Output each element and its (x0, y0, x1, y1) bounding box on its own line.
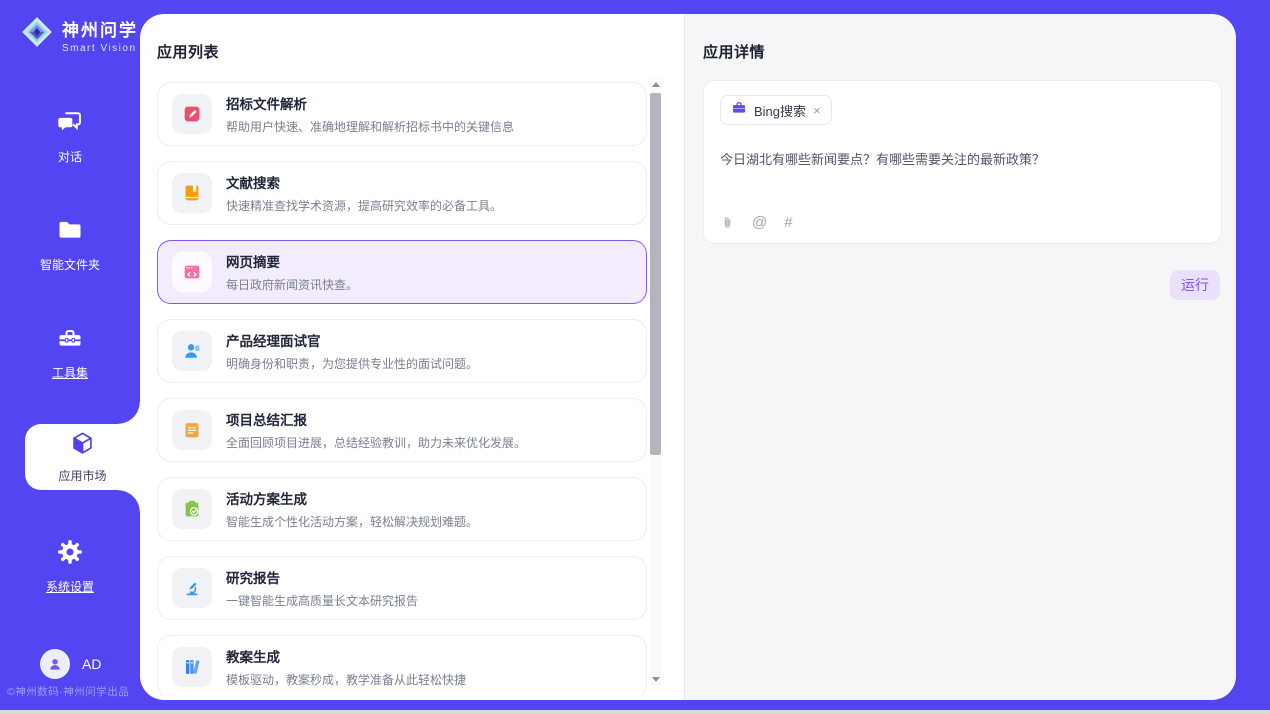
app-card-title: 项目总结汇报 (226, 409, 526, 429)
app-detail-title: 应用详情 (703, 41, 1222, 62)
briefcase-icon (731, 100, 747, 121)
main-content: 应用列表 招标文件解析 帮助用户快速、准确地理解和解析招标书中的关键信息 (140, 14, 1236, 700)
app-card-project-summary[interactable]: 项目总结汇报 全面回顾项目进展，总结经验教训，助力未来优化发展。 (157, 398, 647, 462)
sidebar-item-label: 工具集 (52, 364, 88, 381)
logo-title: 神州问学 (62, 16, 138, 41)
sidebar-item-settings[interactable]: 系统设置 (0, 538, 140, 595)
book-icon (172, 173, 212, 213)
sidebar-item-chat[interactable]: 对话 (0, 108, 140, 165)
document-edit-icon (172, 94, 212, 134)
scrollbar-thumb[interactable] (650, 93, 661, 455)
sidebar-item-label: 对话 (58, 148, 82, 165)
sidebar: 神州问学 Smart Vision 对话 智能文件夹 (0, 0, 140, 710)
run-button[interactable]: 运行 (1170, 270, 1220, 300)
books-icon (172, 647, 212, 687)
avatar (40, 649, 70, 679)
sidebar-item-label: 系统设置 (46, 578, 94, 595)
scrollbar[interactable] (650, 78, 661, 686)
app-card-title: 产品经理面试官 (226, 330, 478, 350)
sidebar-item-toolset[interactable]: 工具集 (0, 324, 140, 381)
paperclip-icon[interactable] (720, 214, 735, 231)
query-input-card[interactable]: Bing搜索 × 今日湖北有哪些新闻要点？有哪些需要关注的最新政策？ @ # (703, 80, 1222, 244)
app-card-event-plan[interactable]: 活动方案生成 智能生成个性化活动方案，轻松解决规划难题。 (157, 477, 647, 541)
scroll-up-arrow[interactable] (650, 78, 661, 91)
folder-icon (56, 216, 84, 249)
tool-tag-bing-search[interactable]: Bing搜索 × (720, 95, 832, 125)
app-card-desc: 每日政府新闻资讯快查。 (226, 276, 358, 293)
scroll-down-arrow[interactable] (650, 673, 661, 686)
clipboard-check-icon (172, 489, 212, 529)
bottom-strip (0, 710, 1270, 714)
hash-icon[interactable]: # (784, 214, 792, 231)
app-logo: 神州问学 Smart Vision (20, 15, 138, 54)
sidebar-item-app-market[interactable]: 应用市场 (25, 424, 140, 490)
app-card-title: 招标文件解析 (226, 93, 514, 113)
logo-subtitle: Smart Vision (62, 43, 138, 54)
app-card-desc: 快速精准查找学术资源，提高研究效率的必备工具。 (226, 197, 502, 214)
user-account[interactable]: AD (40, 649, 101, 679)
at-icon[interactable]: @ (752, 214, 767, 231)
composer-toolbar: @ # (720, 214, 793, 231)
app-card-desc: 帮助用户快速、准确地理解和解析招标书中的关键信息 (226, 118, 514, 135)
app-card-title: 网页摘要 (226, 251, 358, 271)
close-icon[interactable]: × (813, 104, 821, 117)
app-list-panel: 应用列表 招标文件解析 帮助用户快速、准确地理解和解析招标书中的关键信息 (140, 14, 684, 700)
toolbox-icon (56, 324, 84, 357)
chat-icon (56, 108, 84, 141)
app-list-title: 应用列表 (157, 41, 684, 62)
app-card-research-report[interactable]: 研究报告 一键智能生成高质量长文本研究报告 (157, 556, 647, 620)
app-card-desc: 智能生成个性化活动方案，轻松解决规划难题。 (226, 513, 478, 530)
app-card-title: 研究报告 (226, 567, 418, 587)
app-card-literature-search[interactable]: 文献搜索 快速精准查找学术资源，提高研究效率的必备工具。 (157, 161, 647, 225)
interviewer-icon (172, 331, 212, 371)
copyright-footer: ©神州数码·神州问学出品 (7, 684, 129, 699)
app-card-title: 文献搜索 (226, 172, 502, 192)
app-card-title: 活动方案生成 (226, 488, 478, 508)
browser-code-icon (172, 252, 212, 292)
user-name: AD (82, 656, 101, 672)
app-card-lesson-plan[interactable]: 教案生成 模板驱动，教案秒成，教学准备从此轻松快捷 (157, 635, 647, 695)
app-detail-panel: 应用详情 Bing搜索 × 今日湖北有哪些新闻要点？有哪些需要关注的最新政策？ (684, 14, 1236, 700)
app-card-web-summary[interactable]: 网页摘要 每日政府新闻资讯快查。 (157, 240, 647, 304)
query-text[interactable]: 今日湖北有哪些新闻要点？有哪些需要关注的最新政策？ (720, 149, 1205, 168)
app-card-title: 教案生成 (226, 646, 466, 666)
microscope-icon (172, 568, 212, 608)
gear-icon (56, 538, 84, 571)
memo-icon (172, 410, 212, 450)
sidebar-item-label: 智能文件夹 (40, 256, 100, 273)
sidebar-item-label: 应用市场 (58, 467, 106, 484)
app-card-desc: 全面回顾项目进展，总结经验教训，助力未来优化发展。 (226, 434, 526, 451)
app-card-desc: 模板驱动，教案秒成，教学准备从此轻松快捷 (226, 671, 466, 688)
cube-icon (69, 430, 96, 462)
tool-tag-label: Bing搜索 (754, 101, 806, 120)
app-card-bid-analysis[interactable]: 招标文件解析 帮助用户快速、准确地理解和解析招标书中的关键信息 (157, 82, 647, 146)
app-card-desc: 明确身份和职责，为您提供专业性的面试问题。 (226, 355, 478, 372)
app-card-desc: 一键智能生成高质量长文本研究报告 (226, 592, 418, 609)
app-list: 招标文件解析 帮助用户快速、准确地理解和解析招标书中的关键信息 文献搜索 快速精… (157, 82, 647, 695)
sidebar-item-smart-folder[interactable]: 智能文件夹 (0, 216, 140, 273)
logo-diamond-icon (20, 15, 54, 54)
app-card-pm-interviewer[interactable]: 产品经理面试官 明确身份和职责，为您提供专业性的面试问题。 (157, 319, 647, 383)
